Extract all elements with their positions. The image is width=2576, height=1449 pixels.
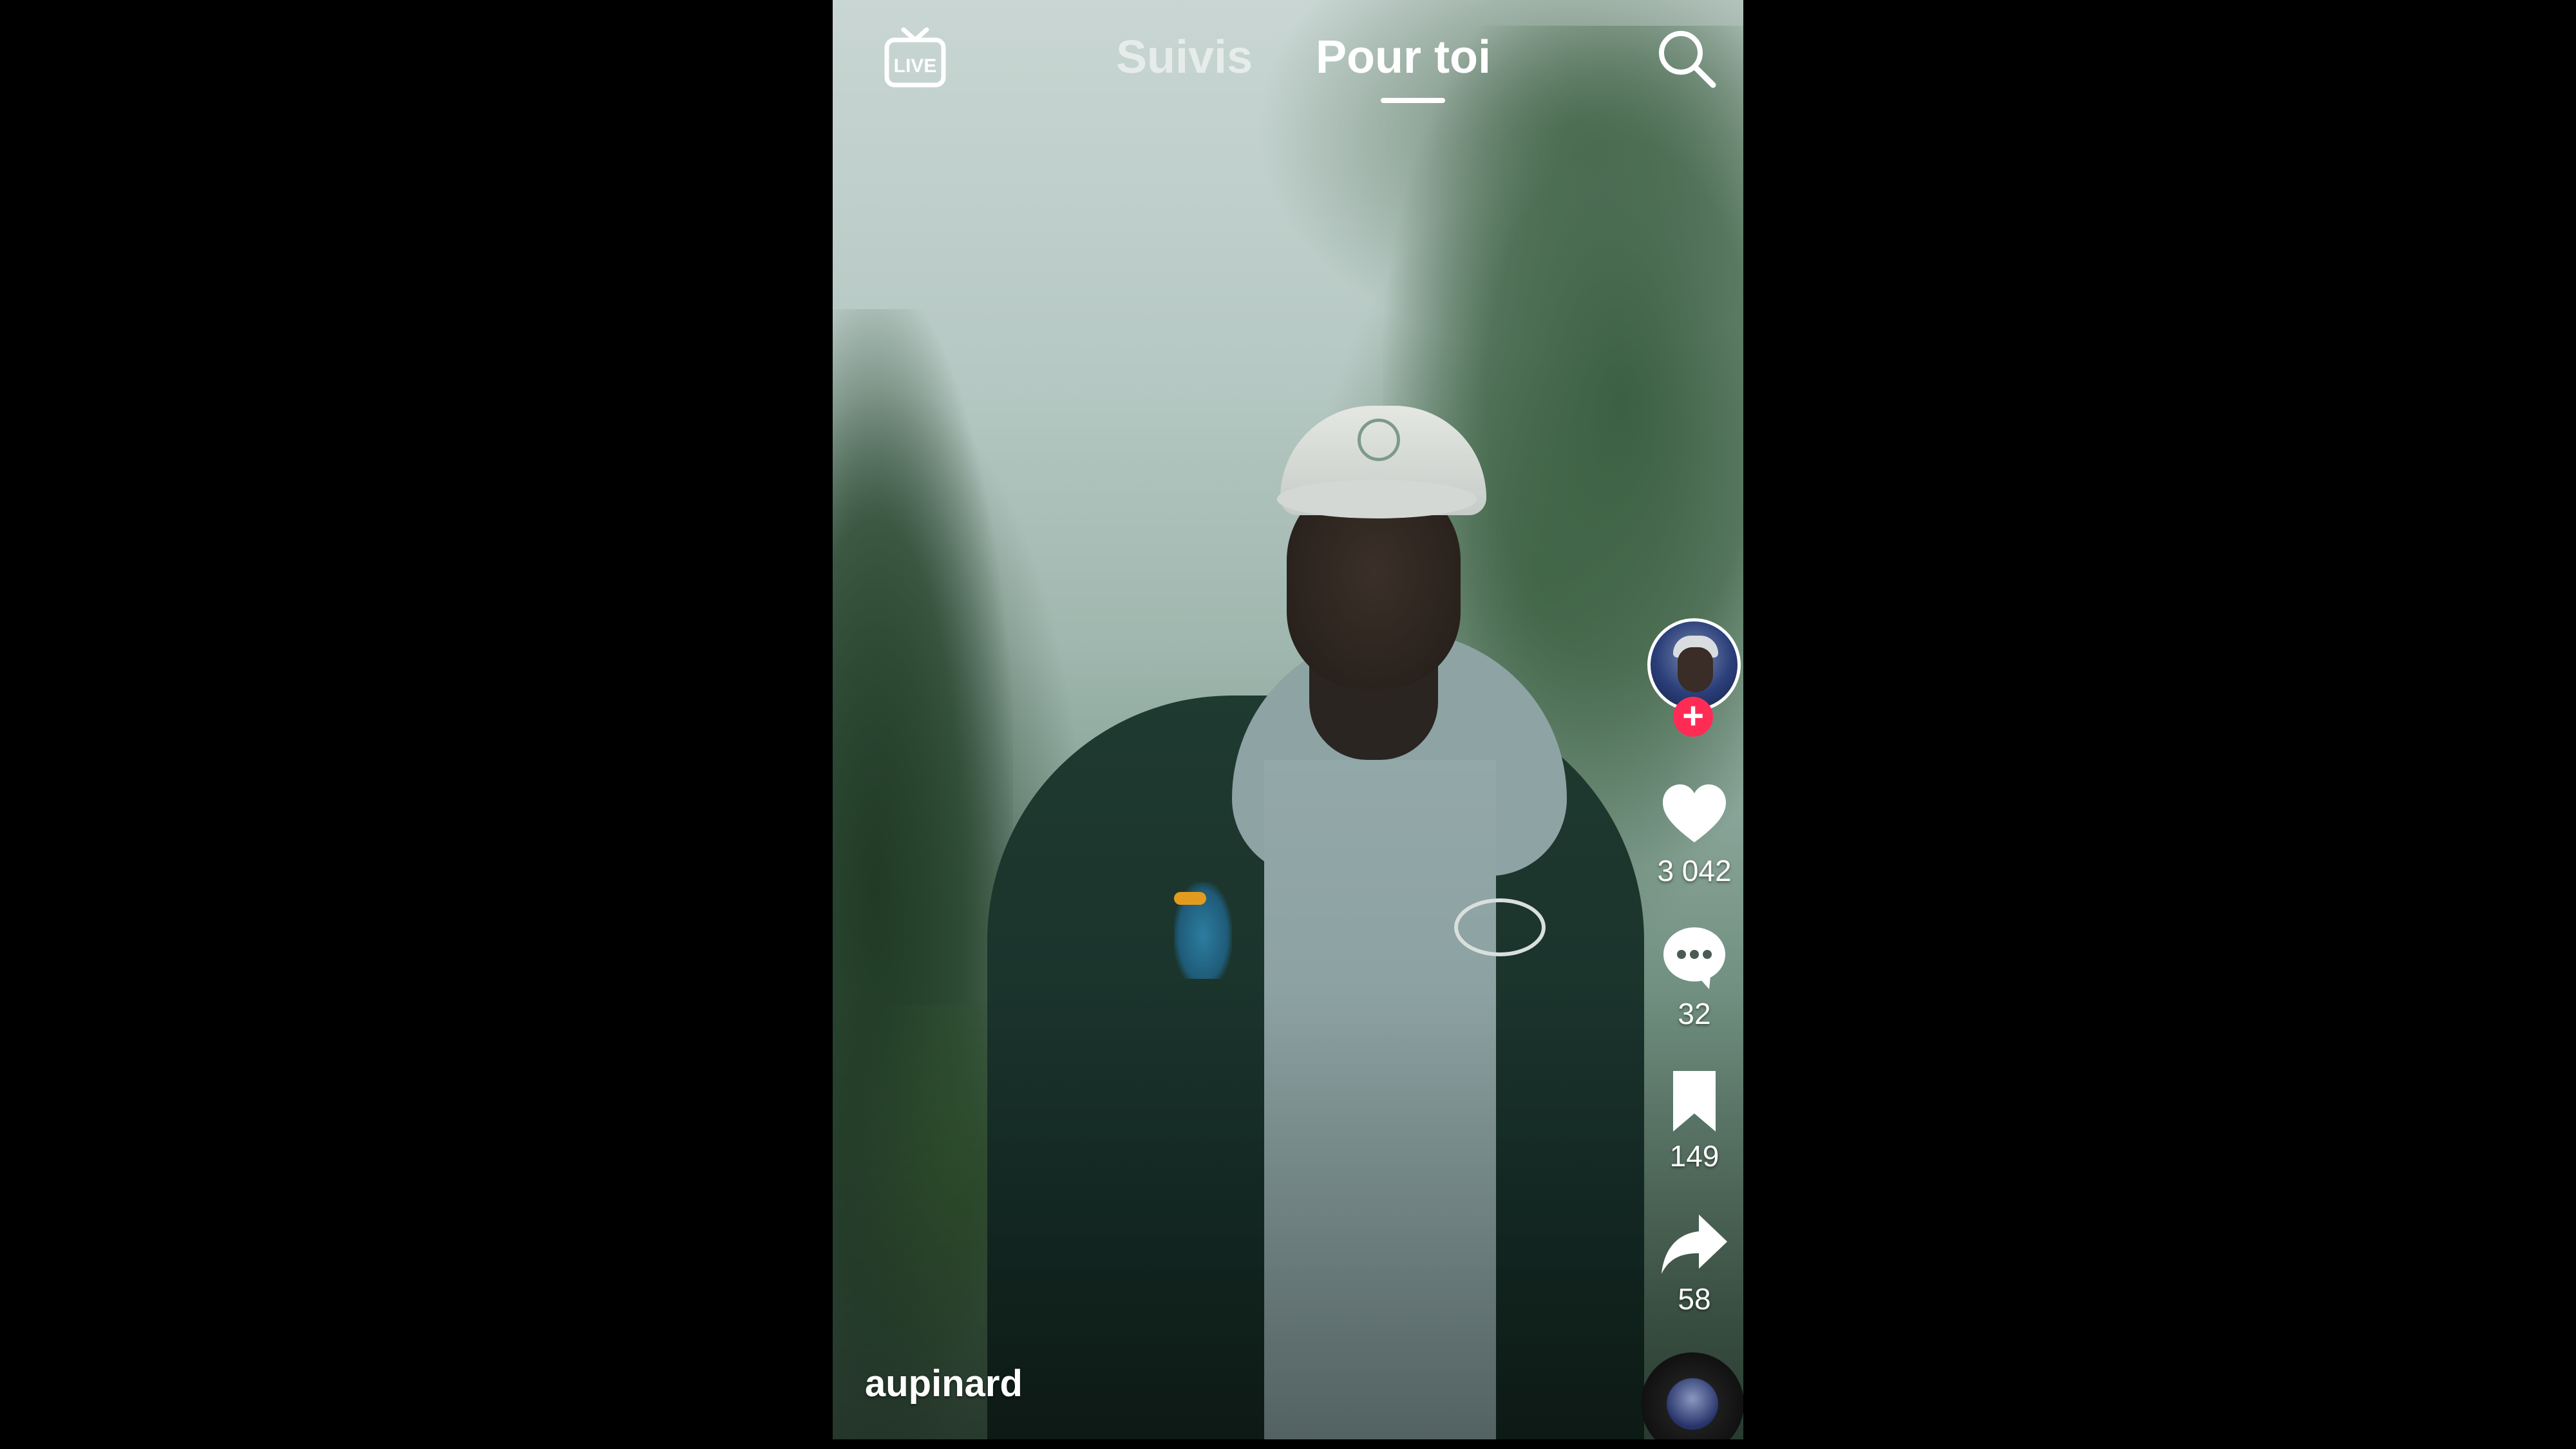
share-button[interactable] xyxy=(1659,1209,1730,1280)
jacket-patch xyxy=(1454,898,1546,956)
heart-icon xyxy=(1663,784,1726,842)
video-feed[interactable]: LIVE Suivis Pour toi + 3 042 32 149 58 a… xyxy=(833,0,1743,1439)
like-count: 3 042 xyxy=(1657,854,1732,887)
duck-beak xyxy=(1174,892,1206,905)
tab-suivis[interactable]: Suivis xyxy=(1116,31,1253,84)
bookmark-icon xyxy=(1673,1071,1716,1132)
comment-icon xyxy=(1663,927,1725,989)
comment-count: 32 xyxy=(1678,997,1711,1030)
avatar-face xyxy=(1678,647,1713,692)
plus-icon: + xyxy=(1682,695,1704,737)
search-icon[interactable] xyxy=(1654,26,1718,90)
tab-pour-toi[interactable]: Pour toi xyxy=(1316,31,1491,84)
cap-logo xyxy=(1358,419,1400,461)
active-tab-indicator xyxy=(1381,98,1445,103)
save-button[interactable] xyxy=(1659,1066,1730,1137)
share-arrow-icon xyxy=(1662,1215,1727,1274)
cap-brim xyxy=(1277,480,1477,518)
comment-button[interactable] xyxy=(1659,922,1730,993)
like-button[interactable] xyxy=(1659,779,1730,850)
creator-username[interactable]: aupinard xyxy=(865,1362,1023,1405)
save-count: 149 xyxy=(1669,1139,1719,1173)
music-disc-cover xyxy=(1667,1378,1718,1430)
share-count: 58 xyxy=(1678,1282,1711,1316)
live-tv-icon[interactable]: LIVE xyxy=(883,26,947,90)
follow-button[interactable]: + xyxy=(1673,697,1713,737)
svg-text:LIVE: LIVE xyxy=(894,55,937,77)
